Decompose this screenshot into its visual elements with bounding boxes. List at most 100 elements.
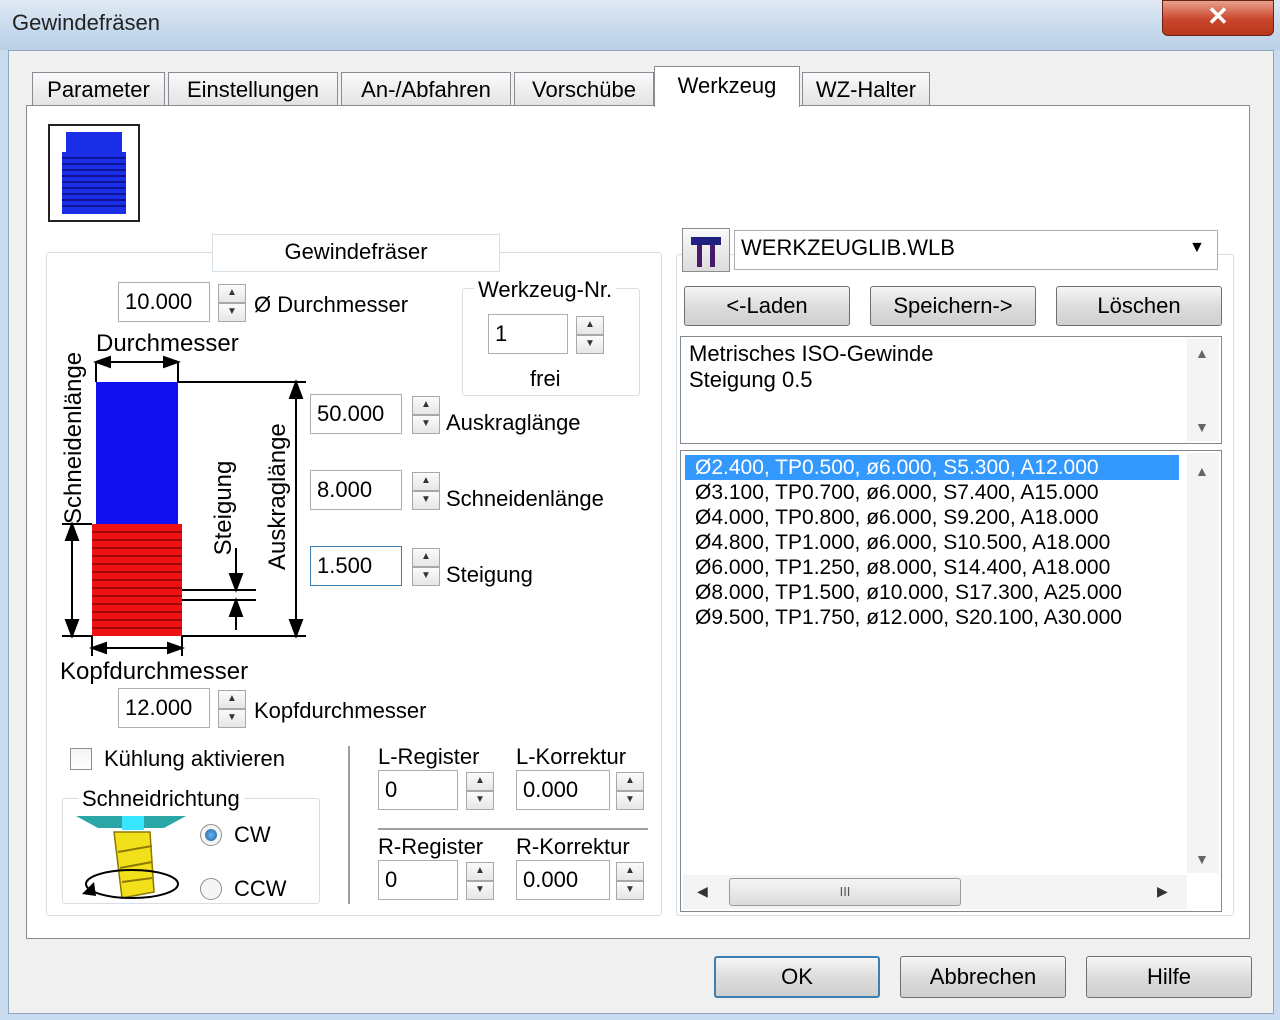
list-item[interactable]: Ø8.000, TP1.500, ø10.000, S17.300, A25.0… — [685, 580, 1179, 605]
spin-up-icon[interactable]: ▲ — [218, 690, 246, 709]
library-file-select[interactable]: WERKZEUGLIB.WLB ▼ — [734, 230, 1218, 270]
spin-down-icon[interactable]: ▼ — [218, 303, 246, 322]
library-button[interactable] — [682, 228, 730, 272]
scroll-right-icon[interactable]: ▶ — [1157, 883, 1168, 900]
overhang-spinner[interactable]: ▲ ▼ — [412, 396, 440, 434]
spin-down-icon[interactable]: ▼ — [412, 567, 440, 586]
tool-number-title: Werkzeug-Nr. — [474, 277, 617, 303]
description-line-2: Steigung 0.5 — [689, 367, 813, 392]
l-correction-label: L-Korrektur — [516, 744, 627, 769]
spin-up-icon[interactable]: ▲ — [616, 772, 644, 791]
spin-down-icon[interactable]: ▼ — [218, 709, 246, 728]
list-item[interactable]: Ø4.000, TP0.800, ø6.000, S9.200, A18.000 — [685, 505, 1179, 530]
close-button[interactable]: ✕ — [1162, 0, 1274, 36]
coolant-checkbox[interactable] — [70, 748, 92, 770]
overhang-label: Auskraglänge — [446, 410, 581, 435]
close-icon: ✕ — [1207, 1, 1229, 31]
head-diameter-label: Kopfdurchmesser — [254, 698, 427, 723]
r-correction-input[interactable]: 0.000 — [516, 860, 610, 900]
r-register-input[interactable]: 0 — [378, 860, 458, 900]
cut-direction-title: Schneidrichtung — [78, 786, 244, 812]
tab-werkzeug[interactable]: Werkzeug — [654, 66, 800, 107]
tool-type-button[interactable] — [48, 124, 140, 222]
spin-down-icon[interactable]: ▼ — [616, 791, 644, 810]
cw-radio[interactable] — [200, 824, 222, 846]
spin-up-icon[interactable]: ▲ — [412, 396, 440, 415]
pitch-input[interactable]: 1.500 — [310, 546, 402, 586]
overhang-input[interactable]: 50.000 — [310, 394, 402, 434]
scroll-up-icon[interactable]: ▲ — [1195, 345, 1209, 361]
thread-mill-icon — [62, 132, 126, 214]
tool-number-input[interactable]: 1 — [488, 314, 568, 354]
help-button[interactable]: Hilfe — [1086, 956, 1252, 998]
list-item[interactable]: Ø3.100, TP0.700, ø6.000, S7.400, A15.000 — [685, 480, 1179, 505]
tool-description: Metrisches ISO-Gewinde Steigung 0.5 ▲ ▼ — [680, 336, 1222, 444]
l-correction-input[interactable]: 0.000 — [516, 770, 610, 810]
description-line-1: Metrisches ISO-Gewinde — [689, 341, 934, 366]
spin-down-icon[interactable]: ▼ — [466, 881, 494, 900]
diameter-input[interactable]: 10.000 — [118, 282, 210, 322]
diameter-label: Ø Durchmesser — [254, 292, 409, 317]
load-button[interactable]: <-Laden — [684, 286, 850, 326]
tab-an-abfahren[interactable]: An-/Abfahren — [341, 72, 511, 106]
scroll-left-icon[interactable]: ◀ — [697, 883, 708, 900]
tool-number-status: frei — [530, 366, 561, 391]
tab-parameter[interactable]: Parameter — [32, 72, 165, 106]
tool-number-spinner[interactable]: ▲ ▼ — [576, 316, 604, 354]
rotation-direction-icon — [76, 816, 186, 899]
ccw-radio[interactable] — [200, 878, 222, 900]
spin-up-icon[interactable]: ▲ — [412, 472, 440, 491]
list-vertical-scrollbar[interactable]: ▲ ▼ — [1187, 453, 1219, 873]
diagram-label-schneidenlaenge: Schneidenlänge — [60, 351, 87, 524]
spin-up-icon[interactable]: ▲ — [576, 316, 604, 335]
spin-up-icon[interactable]: ▲ — [466, 772, 494, 791]
ccw-label: CCW — [234, 876, 287, 901]
list-item[interactable]: Ø9.500, TP1.750, ø12.000, S20.100, A30.0… — [685, 605, 1179, 630]
library-file-value: WERKZEUGLIB.WLB — [741, 235, 955, 260]
thread-mill-group-title: Gewindefräser — [212, 234, 500, 272]
tab-einstellungen[interactable]: Einstellungen — [168, 72, 338, 106]
head-diameter-input[interactable]: 12.000 — [118, 688, 210, 728]
l-register-input[interactable]: 0 — [378, 770, 458, 810]
tool-library-list[interactable]: Ø2.400, TP0.500, ø6.000, S5.300, A12.000… — [680, 450, 1222, 912]
cancel-button[interactable]: Abbrechen — [900, 956, 1066, 998]
scroll-up-icon[interactable]: ▲ — [1195, 463, 1209, 479]
description-scrollbar[interactable]: ▲ ▼ — [1187, 339, 1219, 441]
head-diameter-spinner[interactable]: ▲ ▼ — [218, 690, 246, 728]
l-register-spinner[interactable]: ▲ ▼ — [466, 772, 494, 810]
diameter-spinner[interactable]: ▲ ▼ — [218, 284, 246, 322]
scroll-down-icon[interactable]: ▼ — [1195, 851, 1209, 867]
ok-button[interactable]: OK — [714, 956, 880, 998]
scroll-thumb[interactable]: III — [729, 878, 961, 906]
spin-up-icon[interactable]: ▲ — [466, 862, 494, 881]
spin-up-icon[interactable]: ▲ — [412, 548, 440, 567]
spin-down-icon[interactable]: ▼ — [412, 415, 440, 434]
spin-up-icon[interactable]: ▲ — [218, 284, 246, 303]
cutting-length-input[interactable]: 8.000 — [310, 470, 402, 510]
list-item[interactable]: Ø4.800, TP1.000, ø6.000, S10.500, A18.00… — [685, 530, 1179, 555]
r-correction-spinner[interactable]: ▲ ▼ — [616, 862, 644, 900]
spin-down-icon[interactable]: ▼ — [466, 791, 494, 810]
cw-label: CW — [234, 822, 271, 847]
register-divider — [378, 828, 648, 830]
list-horizontal-scrollbar[interactable]: ◀ III ▶ — [683, 875, 1187, 909]
cutting-length-spinner[interactable]: ▲ ▼ — [412, 472, 440, 510]
delete-button[interactable]: Löschen — [1056, 286, 1222, 326]
l-correction-spinner[interactable]: ▲ ▼ — [616, 772, 644, 810]
spin-down-icon[interactable]: ▼ — [412, 491, 440, 510]
spin-down-icon[interactable]: ▼ — [616, 881, 644, 900]
tab-vorschuebe[interactable]: Vorschübe — [514, 72, 654, 106]
pitch-spinner[interactable]: ▲ ▼ — [412, 548, 440, 586]
l-register-label: L-Register — [378, 744, 480, 769]
spin-up-icon[interactable]: ▲ — [616, 862, 644, 881]
scroll-down-icon[interactable]: ▼ — [1195, 419, 1209, 435]
r-register-spinner[interactable]: ▲ ▼ — [466, 862, 494, 900]
diagram-label-auskraglaenge: Auskraglänge — [264, 423, 291, 570]
tab-wz-halter[interactable]: WZ-Halter — [802, 72, 930, 106]
coolant-label: Kühlung aktivieren — [104, 746, 286, 771]
save-button[interactable]: Speichern-> — [870, 286, 1036, 326]
list-item[interactable]: Ø6.000, TP1.250, ø8.000, S14.400, A18.00… — [685, 555, 1179, 580]
spin-down-icon[interactable]: ▼ — [576, 335, 604, 354]
list-item[interactable]: Ø2.400, TP0.500, ø6.000, S5.300, A12.000 — [685, 455, 1179, 480]
scroll-grip: III — [839, 884, 851, 899]
